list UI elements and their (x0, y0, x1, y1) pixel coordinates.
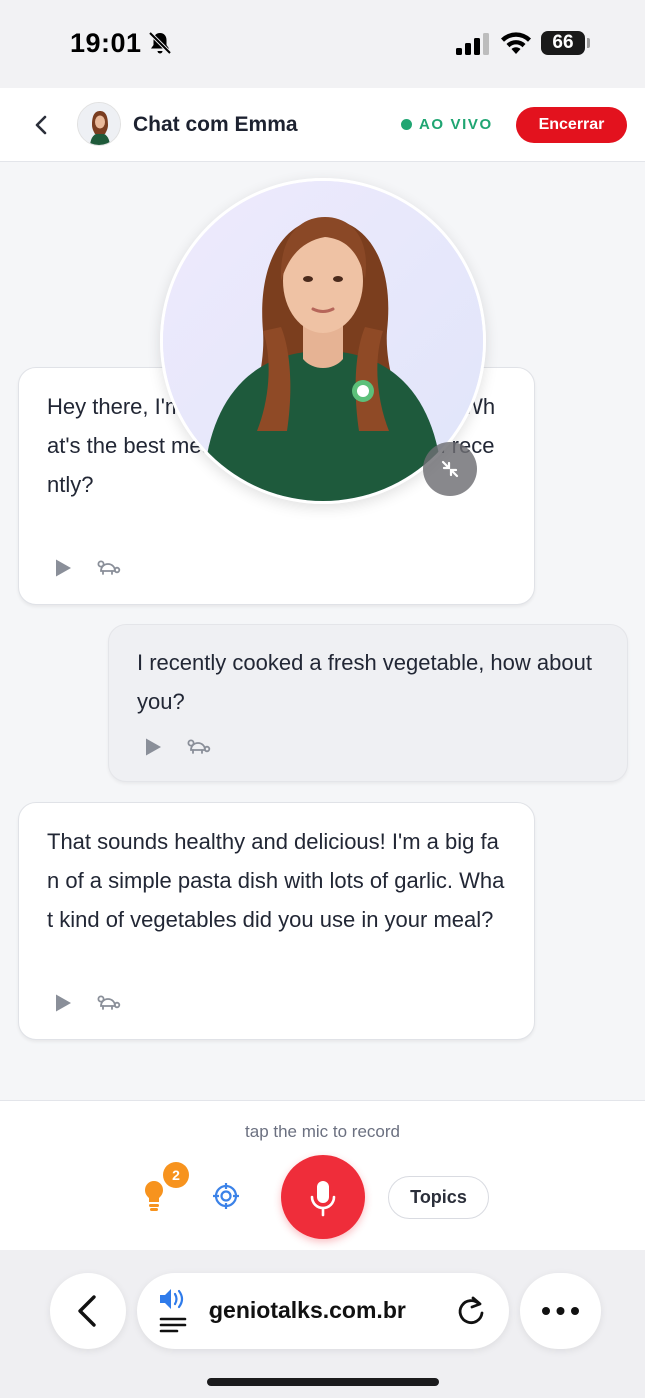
reload-icon[interactable] (455, 1295, 487, 1327)
message-text: That sounds healthy and delicious! I'm a… (47, 829, 505, 932)
more-icon (542, 1307, 579, 1315)
play-icon[interactable] (143, 737, 163, 757)
browser-back-button[interactable] (50, 1273, 126, 1349)
message-actions (53, 558, 121, 578)
audio-icon[interactable] (157, 1285, 191, 1335)
live-indicator: AO VIVO (401, 116, 493, 133)
bell-slash-icon (148, 31, 172, 55)
record-hint: tap the mic to record (245, 1122, 400, 1141)
live-dot (401, 119, 412, 130)
play-icon[interactable] (53, 558, 73, 578)
battery-indicator: 66 (541, 31, 585, 55)
message-bubble-user: I recently cooked a fresh vegetable, how… (108, 624, 628, 782)
url-text: geniotalks.com.br (209, 1297, 406, 1323)
topics-button[interactable]: Topics (388, 1176, 489, 1219)
message-bubble-bot: That sounds healthy and delicious! I'm a… (18, 802, 535, 1040)
wifi-icon (501, 32, 531, 54)
tips-badge: 2 (163, 1162, 189, 1188)
battery-tip (587, 38, 590, 48)
avatar (77, 102, 121, 146)
address-bar[interactable]: geniotalks.com.br (137, 1273, 509, 1349)
home-indicator (207, 1378, 439, 1386)
page-title: Chat com Emma (133, 113, 298, 136)
browser-more-button[interactable] (520, 1273, 601, 1349)
live-label: AO VIVO (419, 116, 493, 133)
turtle-icon[interactable] (97, 558, 121, 578)
browser-toolbar: geniotalks.com.br (0, 1250, 645, 1398)
signal-icon (456, 33, 489, 55)
play-icon[interactable] (53, 993, 73, 1013)
status-time: 19:01 (70, 28, 142, 58)
turtle-icon[interactable] (187, 737, 211, 757)
chevron-left-icon[interactable] (28, 112, 54, 138)
message-actions (53, 993, 121, 1013)
status-bar: 19:01 66 (0, 0, 645, 88)
minimize-avatar-button[interactable] (423, 442, 477, 496)
chat-header: Chat com Emma AO VIVO Encerrar (0, 88, 645, 162)
message-actions (143, 737, 211, 757)
record-mic-button[interactable] (281, 1155, 365, 1239)
chevron-left-icon (78, 1295, 96, 1327)
message-text: I recently cooked a fresh vegetable, how… (137, 650, 592, 714)
composer: tap the mic to record 2 Topics (0, 1100, 645, 1250)
turtle-icon[interactable] (97, 993, 121, 1013)
end-session-button[interactable]: Encerrar (516, 107, 627, 143)
target-icon[interactable] (212, 1182, 240, 1210)
microphone-icon (310, 1181, 336, 1217)
minimize-icon (441, 460, 459, 478)
